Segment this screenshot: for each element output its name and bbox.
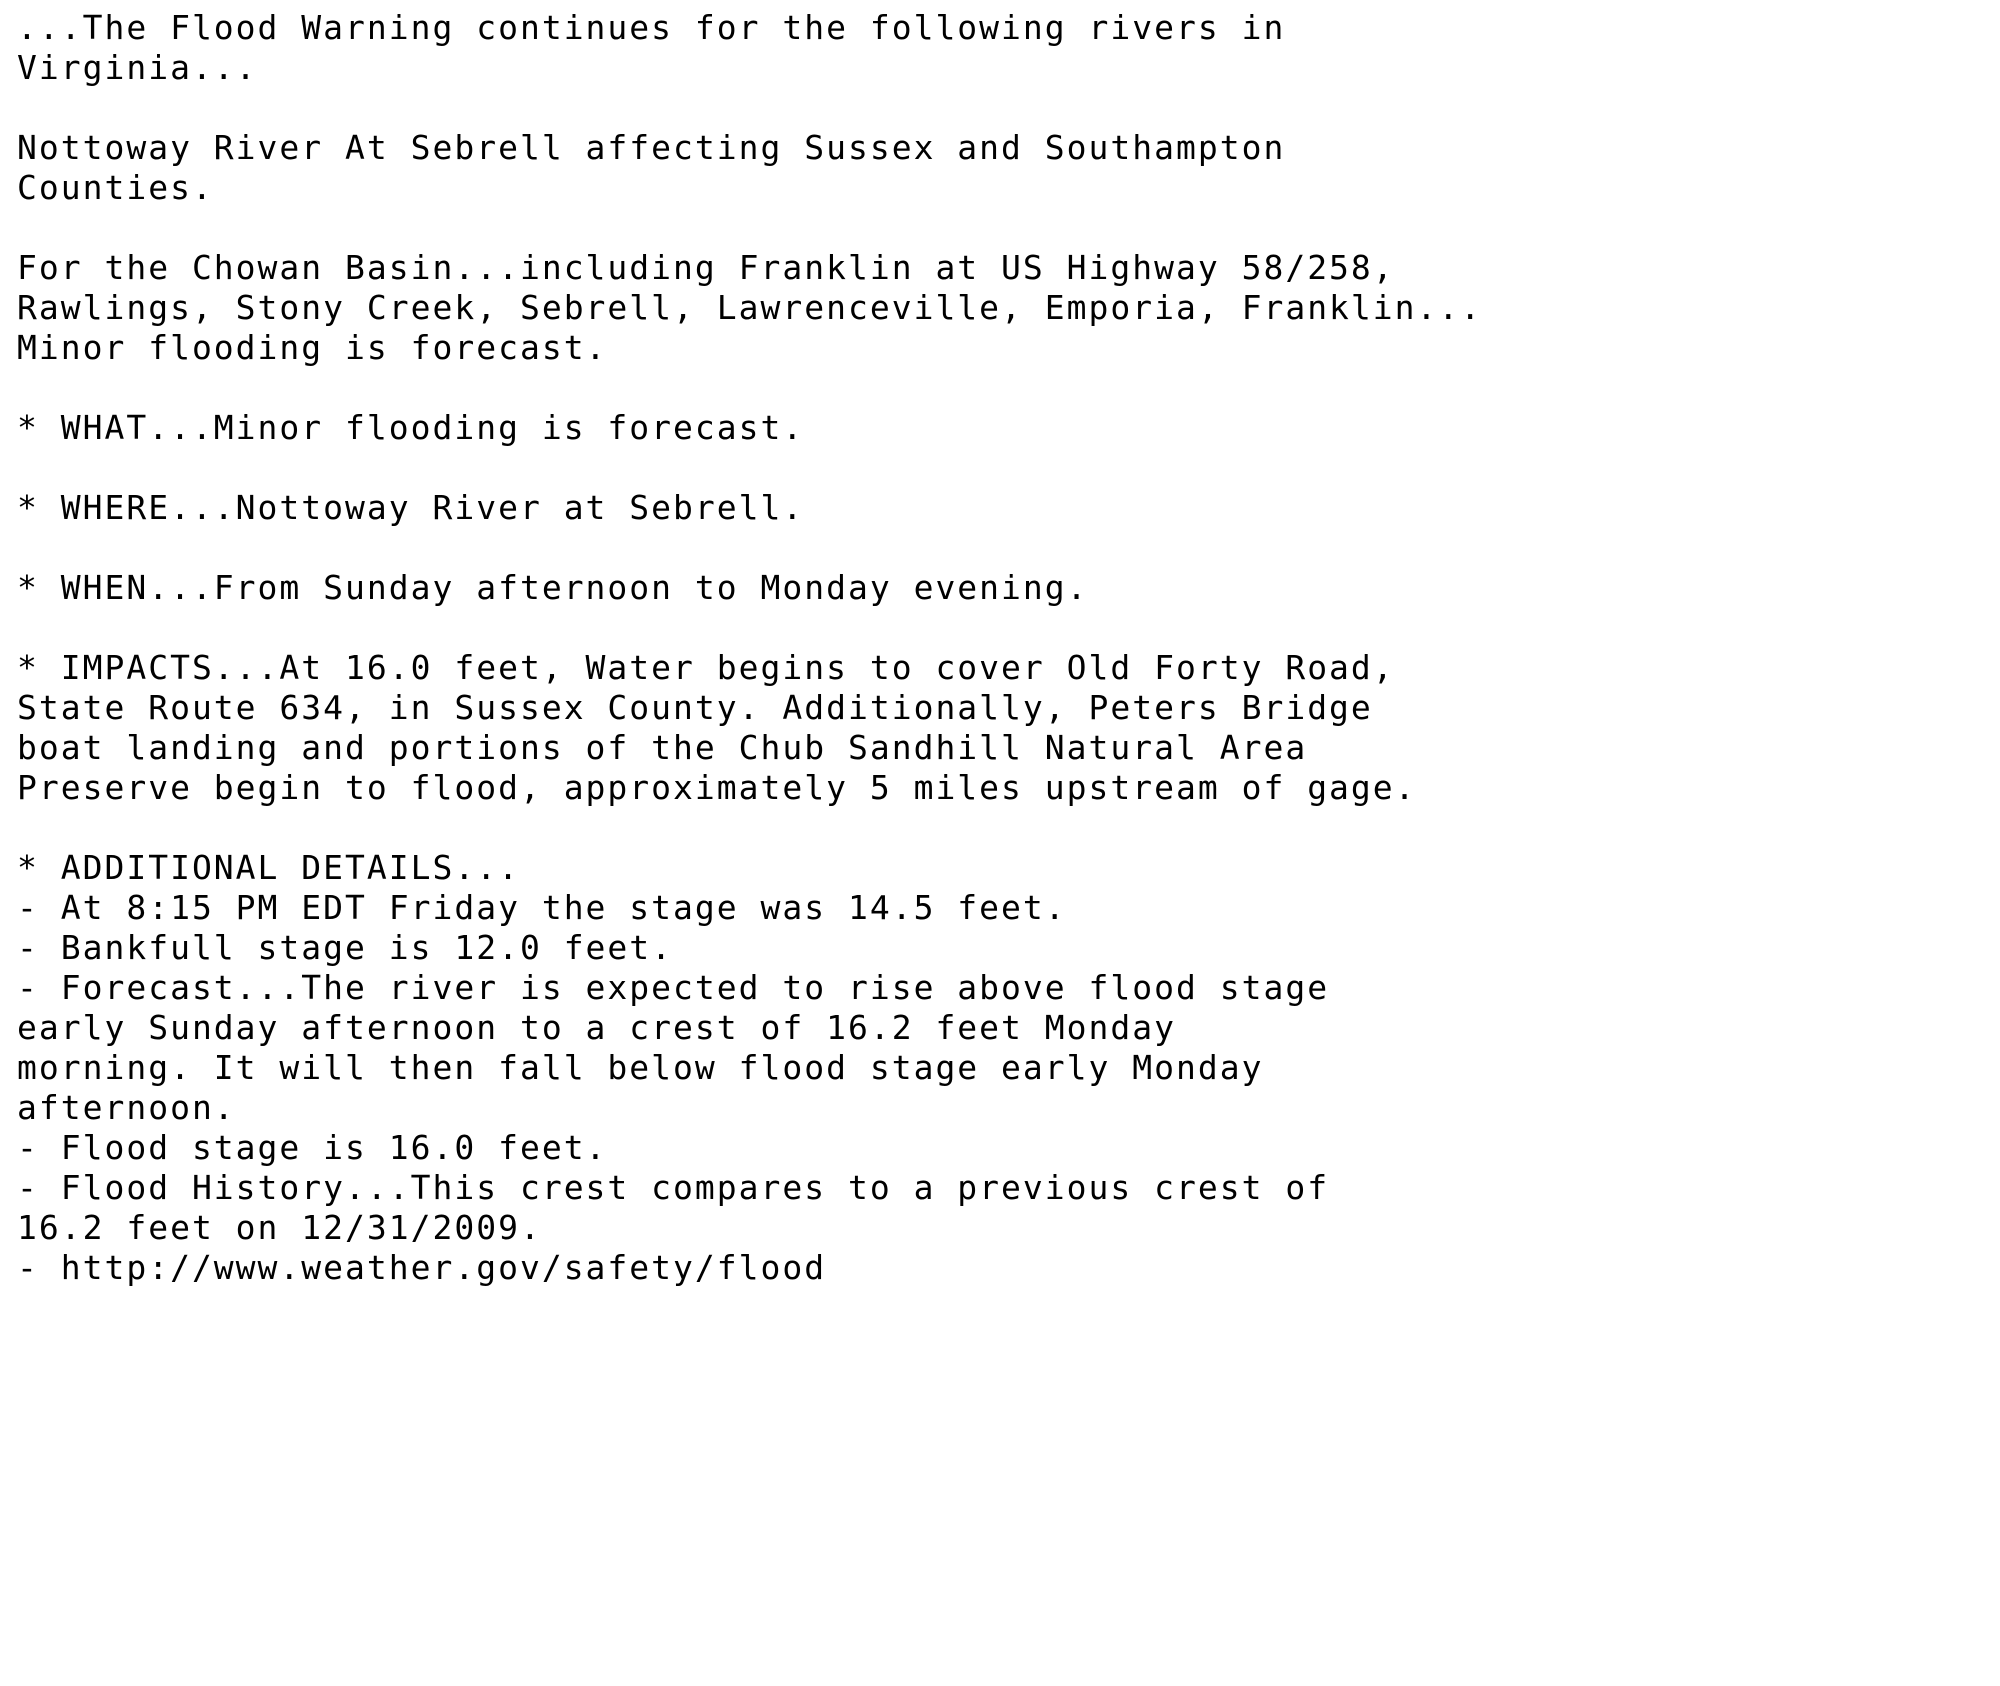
bulletin-line: - Flood stage is 16.0 feet. bbox=[17, 1128, 608, 1167]
flood-warning-bulletin: ...The Flood Warning continues for the f… bbox=[17, 8, 1983, 1288]
bulletin-line: 16.2 feet on 12/31/2009. bbox=[17, 1208, 542, 1247]
bulletin-line: - At 8:15 PM EDT Friday the stage was 14… bbox=[17, 888, 1067, 927]
bulletin-line: * WHAT...Minor flooding is forecast. bbox=[17, 408, 805, 447]
bulletin-line: * IMPACTS...At 16.0 feet, Water begins t… bbox=[17, 648, 1395, 687]
bulletin-line: Virginia... bbox=[17, 48, 258, 87]
bulletin-line: Nottoway River At Sebrell affecting Suss… bbox=[17, 128, 1286, 167]
bulletin-line: ...The Flood Warning continues for the f… bbox=[17, 8, 1286, 47]
bulletin-line: boat landing and portions of the Chub Sa… bbox=[17, 728, 1308, 767]
bulletin-line: State Route 634, in Sussex County. Addit… bbox=[17, 688, 1373, 727]
bulletin-line: - http://www.weather.gov/safety/flood bbox=[17, 1248, 827, 1287]
bulletin-line: Rawlings, Stony Creek, Sebrell, Lawrence… bbox=[17, 288, 1483, 327]
bulletin-line: * ADDITIONAL DETAILS... bbox=[17, 848, 520, 887]
bulletin-line: Minor flooding is forecast. bbox=[17, 328, 608, 367]
bulletin-line: * WHERE...Nottoway River at Sebrell. bbox=[17, 488, 805, 527]
bulletin-line: afternoon. bbox=[17, 1088, 236, 1127]
bulletin-line: * WHEN...From Sunday afternoon to Monday… bbox=[17, 568, 1089, 607]
bulletin-line: For the Chowan Basin...including Frankli… bbox=[17, 248, 1395, 287]
bulletin-line: - Forecast...The river is expected to ri… bbox=[17, 968, 1330, 1007]
bulletin-line: Counties. bbox=[17, 168, 214, 207]
bulletin-line: morning. It will then fall below flood s… bbox=[17, 1048, 1264, 1087]
bulletin-line: - Flood History...This crest compares to… bbox=[17, 1168, 1330, 1207]
bulletin-line: - Bankfull stage is 12.0 feet. bbox=[17, 928, 674, 967]
bulletin-line: Preserve begin to flood, approximately 5… bbox=[17, 768, 1417, 807]
bulletin-line: early Sunday afternoon to a crest of 16.… bbox=[17, 1008, 1176, 1047]
